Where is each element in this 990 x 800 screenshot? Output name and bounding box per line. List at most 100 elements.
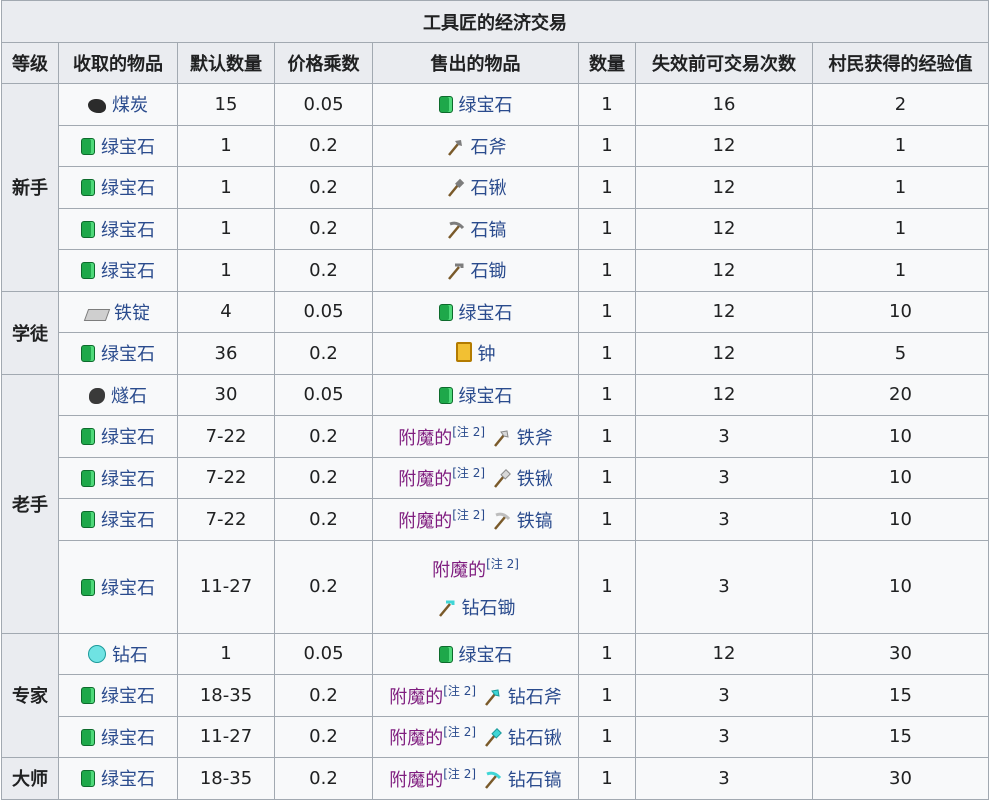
sell-item-link[interactable]: 石镐 [471, 220, 507, 241]
sell-item-link[interactable]: 铁锹 [517, 469, 553, 490]
sell-item-link[interactable]: 钻石斧 [508, 687, 562, 708]
table-row: 绿宝石 1 0.2 石镐 1 12 1 [2, 207, 989, 250]
buy-item-link[interactable]: 绿宝石 [101, 469, 155, 490]
note-ref[interactable]: [注 2] [443, 725, 476, 739]
default-qty: 36 [177, 332, 275, 375]
price-multiplier: 0.2 [274, 498, 373, 541]
table-row: 新手 煤炭 15 0.05 绿宝石 1 16 2 [1, 83, 989, 292]
sell-item-link[interactable]: 钻石镐 [508, 770, 562, 791]
sell-qty: 1 [578, 415, 636, 458]
iron-axe-icon [493, 430, 509, 447]
enchanted-label[interactable]: 附魔的 [389, 770, 443, 791]
price-multiplier: 0.2 [274, 332, 373, 375]
note-ref[interactable]: [注 2] [452, 508, 485, 522]
max-uses: 3 [635, 498, 813, 541]
level-apprentice: 学徒 [1, 290, 59, 375]
note-ref[interactable]: [注 2] [452, 425, 485, 439]
buy-item-link[interactable]: 绿宝石 [101, 220, 155, 241]
villager-xp: 10 [812, 498, 989, 541]
buy-item-link[interactable]: 钻石 [112, 645, 148, 666]
sell-item-link[interactable]: 绿宝石 [459, 386, 513, 407]
header-villager-xp: 村民获得的经验值 [812, 42, 989, 84]
default-qty: 7-22 [177, 498, 275, 541]
price-multiplier: 0.2 [274, 674, 373, 717]
table-row: 绿宝石 7-22 0.2 附魔的[注 2] 铁镐 1 3 10 [2, 498, 989, 541]
note-ref[interactable]: [注 2] [452, 466, 485, 480]
sell-qty: 1 [578, 124, 636, 167]
default-qty: 18-35 [177, 757, 275, 800]
price-multiplier: 0.2 [274, 456, 373, 499]
diamond-icon [88, 644, 106, 663]
note-ref[interactable]: [注 2] [486, 557, 519, 571]
buy-item-link[interactable]: 绿宝石 [101, 769, 155, 790]
buy-item-link[interactable]: 绿宝石 [101, 137, 155, 158]
buy-item-link[interactable]: 煤炭 [112, 95, 148, 116]
enchanted-label[interactable]: 附魔的 [389, 728, 443, 749]
max-uses: 3 [635, 456, 813, 499]
note-ref[interactable]: [注 2] [443, 767, 476, 781]
max-uses: 12 [635, 207, 813, 250]
price-multiplier: 0.2 [274, 715, 373, 758]
max-uses: 12 [635, 124, 813, 167]
buy-item-link[interactable]: 绿宝石 [101, 178, 155, 199]
emerald-icon [81, 728, 95, 746]
header-price-multiplier: 价格乘数 [274, 42, 373, 84]
sell-item-link[interactable]: 钻石锹 [508, 728, 562, 749]
sell-item-link[interactable]: 绿宝石 [459, 303, 513, 324]
emerald-icon [81, 511, 95, 529]
sell-item-link[interactable]: 绿宝石 [459, 95, 513, 116]
max-uses: 12 [635, 332, 813, 375]
default-qty: 1 [177, 632, 275, 675]
enchanted-label[interactable]: 附魔的 [398, 469, 452, 490]
max-uses: 12 [635, 166, 813, 209]
sell-item-link[interactable]: 铁镐 [517, 511, 553, 532]
buy-item-link[interactable]: 燧石 [111, 386, 147, 407]
buy-item-link[interactable]: 绿宝石 [101, 728, 155, 749]
sell-item-link[interactable]: 钻石锄 [462, 598, 516, 619]
emerald-icon [438, 386, 453, 404]
note-ref[interactable]: [注 2] [443, 684, 476, 698]
buy-item-link[interactable]: 铁锭 [114, 303, 150, 324]
sell-qty: 1 [578, 498, 636, 541]
max-uses: 3 [635, 715, 813, 758]
enchanted-label[interactable]: 附魔的 [389, 687, 443, 708]
buy-item-link[interactable]: 绿宝石 [101, 427, 155, 448]
sell-item-link[interactable]: 绿宝石 [459, 645, 513, 666]
sell-item-link[interactable]: 石斧 [471, 137, 507, 158]
trade-table: 工具匠的经济交易 等级 收取的物品 默认数量 价格乘数 售出的物品 数量 失效前… [1, 0, 989, 800]
max-uses: 3 [635, 539, 813, 634]
buy-item-link[interactable]: 绿宝石 [101, 686, 155, 707]
sell-item-link[interactable]: 石锄 [471, 261, 507, 282]
default-qty: 15 [177, 83, 275, 126]
sell-item-link[interactable]: 钟 [478, 344, 496, 365]
price-multiplier: 0.05 [274, 373, 373, 416]
emerald-icon [438, 645, 453, 663]
sell-item-link[interactable]: 石锹 [471, 178, 507, 199]
sell-qty: 1 [578, 332, 636, 375]
buy-item-link[interactable]: 绿宝石 [101, 578, 155, 599]
buy-item-link[interactable]: 绿宝石 [101, 510, 155, 531]
enchanted-label[interactable]: 附魔的 [398, 428, 452, 449]
diamond-pickaxe-icon [484, 771, 501, 789]
table-row: 绿宝石 7-22 0.2 附魔的[注 2] 铁锹 1 3 10 [2, 456, 989, 499]
max-uses: 16 [635, 83, 813, 126]
sell-item-link[interactable]: 铁斧 [517, 428, 553, 449]
emerald-icon [81, 262, 95, 280]
table-row: 专家 钻石 1 0.05 绿宝石 1 12 30 [1, 632, 989, 758]
enchanted-label[interactable]: 附魔的 [432, 560, 486, 581]
header-default-qty: 默认数量 [177, 42, 275, 84]
bell-icon [455, 342, 472, 363]
table-row: 绿宝石 7-22 0.2 附魔的[注 2] 铁斧 1 3 10 [2, 415, 989, 458]
villager-xp: 10 [812, 456, 989, 499]
enchanted-label[interactable]: 附魔的 [398, 511, 452, 532]
level-novice: 新手 [1, 83, 59, 292]
max-uses: 12 [635, 290, 813, 333]
default-qty: 11-27 [177, 715, 275, 758]
villager-xp: 5 [812, 332, 989, 375]
buy-item-link[interactable]: 绿宝石 [101, 344, 155, 365]
buy-item-link[interactable]: 绿宝石 [101, 261, 155, 282]
emerald-icon [81, 179, 95, 197]
coal-icon [88, 99, 106, 114]
villager-xp: 10 [812, 415, 989, 458]
emerald-icon [81, 428, 95, 446]
